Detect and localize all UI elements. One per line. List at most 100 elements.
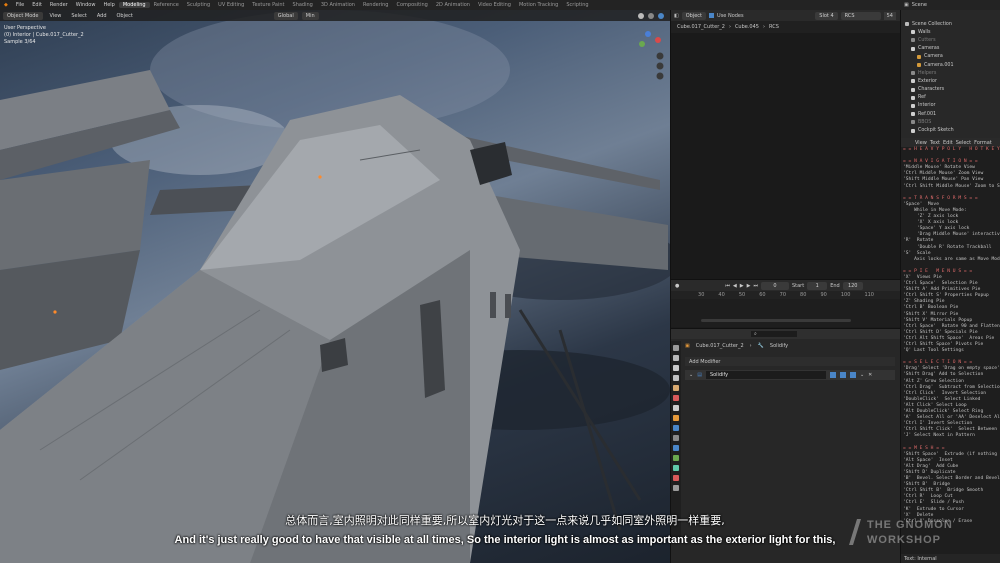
scene-selector[interactable]: ▣ Scene [900, 0, 1000, 10]
menu-window[interactable]: Window [72, 2, 100, 8]
modifier-name-field[interactable]: Solidify [705, 371, 826, 379]
workspace-tab-sculpting[interactable]: Sculpting [183, 2, 214, 8]
text-body[interactable]: = = H E A V Y P O L Y H O T K E Y S​= = … [901, 147, 1000, 525]
workspace-tab-texture-paint[interactable]: Texture Paint [248, 2, 288, 8]
menu-file[interactable]: File [12, 2, 28, 8]
texture-tab-icon[interactable] [673, 485, 679, 491]
outliner-row[interactable]: Camera.001 [901, 61, 1000, 69]
record-icon[interactable]: ● [675, 283, 679, 289]
material-field[interactable]: RCS [840, 11, 881, 20]
axis-y-icon[interactable] [639, 41, 645, 47]
outliner-row[interactable]: Walls [901, 28, 1000, 36]
outliner-row[interactable]: Cockpit Sketch [901, 126, 1000, 134]
shading-rendered-icon[interactable] [658, 12, 664, 19]
editor-type-icon[interactable]: ◧ [674, 13, 679, 19]
workspace-tab-uv-editing[interactable]: UV Editing [214, 2, 248, 8]
outliner-row[interactable]: Camera [901, 53, 1000, 61]
shading-material-icon[interactable] [648, 12, 654, 19]
end-frame-field[interactable]: 120 [842, 281, 863, 290]
text-menu-text[interactable]: Text [930, 140, 940, 146]
workspace-tab-rendering[interactable]: Rendering [359, 2, 393, 8]
zoom-icon[interactable] [656, 52, 664, 60]
axis-z-icon[interactable] [645, 31, 651, 37]
particles-tab-icon[interactable] [673, 435, 679, 441]
render-tab-icon[interactable] [673, 355, 679, 361]
menu-help[interactable]: Help [99, 2, 118, 8]
workspace-tab-2d-animation[interactable]: 2D Animation [432, 2, 474, 8]
collection-tab-icon[interactable] [673, 405, 679, 411]
outliner-row[interactable]: Cameras [901, 45, 1000, 53]
workspace-tab-compositing[interactable]: Compositing [393, 2, 432, 8]
viewport-menu-select[interactable]: Select [68, 13, 89, 19]
workspace-tab-reference[interactable]: Reference [150, 2, 183, 8]
viewport-menu-object[interactable]: Object [114, 13, 136, 19]
tool-tab-icon[interactable] [673, 345, 679, 351]
pivot-dropdown[interactable]: Min [301, 11, 319, 20]
3d-viewport[interactable]: Object Mode View Select Add Object Globa… [0, 10, 670, 563]
outliner-row[interactable]: Ref [901, 94, 1000, 102]
menu-render[interactable]: Render [46, 2, 72, 8]
jump-start-icon[interactable]: ⏮ [725, 283, 730, 289]
timeline-ruler[interactable]: 30 40 50 60 70 80 90 100 110 [671, 291, 901, 299]
node-editor-canvas[interactable] [671, 33, 900, 279]
edit-mode-toggle-icon[interactable] [829, 372, 836, 378]
outliner-row[interactable]: Ref.001 [901, 110, 1000, 118]
constraints-tab-icon[interactable] [673, 455, 679, 461]
workspace-tab-video-editing[interactable]: Video Editing [474, 2, 515, 8]
viewport-menu-view[interactable]: View [47, 13, 65, 19]
dropdown-arrow-icon[interactable]: ⌄ [860, 372, 864, 378]
world-tab-icon[interactable] [673, 395, 679, 401]
jump-end-icon[interactable]: ⏭ [753, 283, 758, 289]
next-key-icon[interactable]: ▶ [747, 283, 751, 289]
output-tab-icon[interactable] [673, 365, 679, 371]
close-icon[interactable]: ✕ [868, 372, 872, 378]
play-icon[interactable]: ▶ [740, 283, 744, 289]
outliner-row[interactable]: Cutters [901, 36, 1000, 44]
viewport-menu-add[interactable]: Add [94, 13, 110, 19]
menu-edit[interactable]: Edit [28, 2, 46, 8]
slot-dropdown[interactable]: Slot 4 [815, 11, 838, 20]
axis-x-icon[interactable] [655, 37, 661, 43]
start-frame-field[interactable]: 1 [807, 281, 828, 290]
prev-key-icon[interactable]: ◀ [733, 283, 737, 289]
use-nodes-checkbox-icon[interactable] [709, 13, 715, 18]
physics-tab-icon[interactable] [673, 445, 679, 451]
object-tab-icon[interactable] [673, 415, 679, 421]
data-tab-icon[interactable] [673, 465, 679, 471]
timeline-scrollbar[interactable] [701, 319, 851, 322]
timeline-track-area[interactable] [671, 299, 901, 327]
add-modifier-button[interactable]: Add Modifier [685, 357, 895, 366]
outliner-row[interactable]: Interior [901, 102, 1000, 110]
object-dropdown[interactable]: Object [681, 11, 707, 20]
outliner-row[interactable]: BBOS [901, 118, 1000, 126]
workspace-tab-3d-animation[interactable]: 3D Animation [317, 2, 359, 8]
navigation-gizmo[interactable] [630, 24, 666, 84]
outliner-row[interactable]: Helpers [901, 69, 1000, 77]
workspace-tab-shading[interactable]: Shading [289, 2, 317, 8]
view-layer-tab-icon[interactable] [673, 375, 679, 381]
orientation-dropdown[interactable]: Global [273, 11, 298, 20]
properties-search[interactable]: ⌕ [671, 329, 901, 339]
text-menu-view[interactable]: View [915, 140, 927, 146]
chevron-down-icon[interactable]: ⌄ [689, 372, 693, 378]
render-toggle-icon[interactable] [849, 372, 856, 378]
mode-dropdown[interactable]: Object Mode [3, 11, 43, 20]
outliner-row[interactable]: Exterior [901, 77, 1000, 85]
camera-view-icon[interactable] [656, 72, 664, 80]
text-menu-edit[interactable]: Edit [943, 140, 953, 146]
workspace-tab-motion-tracking[interactable]: Motion Tracking [515, 2, 562, 8]
pan-icon[interactable] [656, 62, 664, 70]
workspace-tab-modeling[interactable]: Modeling [118, 2, 150, 8]
viewport-toggle-icon[interactable] [839, 372, 846, 378]
workspace-tab-scripting[interactable]: Scripting [562, 2, 592, 8]
text-menu-select[interactable]: Select [956, 140, 971, 146]
current-frame-field[interactable]: 0 [760, 281, 789, 290]
blender-logo-icon[interactable]: ◆ [0, 2, 12, 8]
scene-tab-icon[interactable] [673, 385, 679, 391]
modifier-panel-header[interactable]: ⌄ ▤ Solidify ⌄ ✕ [685, 370, 895, 380]
outliner-row[interactable]: Scene Collection [901, 20, 1000, 28]
outliner-row[interactable]: Characters [901, 86, 1000, 94]
material-tab-icon[interactable] [673, 475, 679, 481]
shading-solid-icon[interactable] [638, 12, 644, 19]
modifier-tab-icon[interactable] [673, 425, 679, 431]
